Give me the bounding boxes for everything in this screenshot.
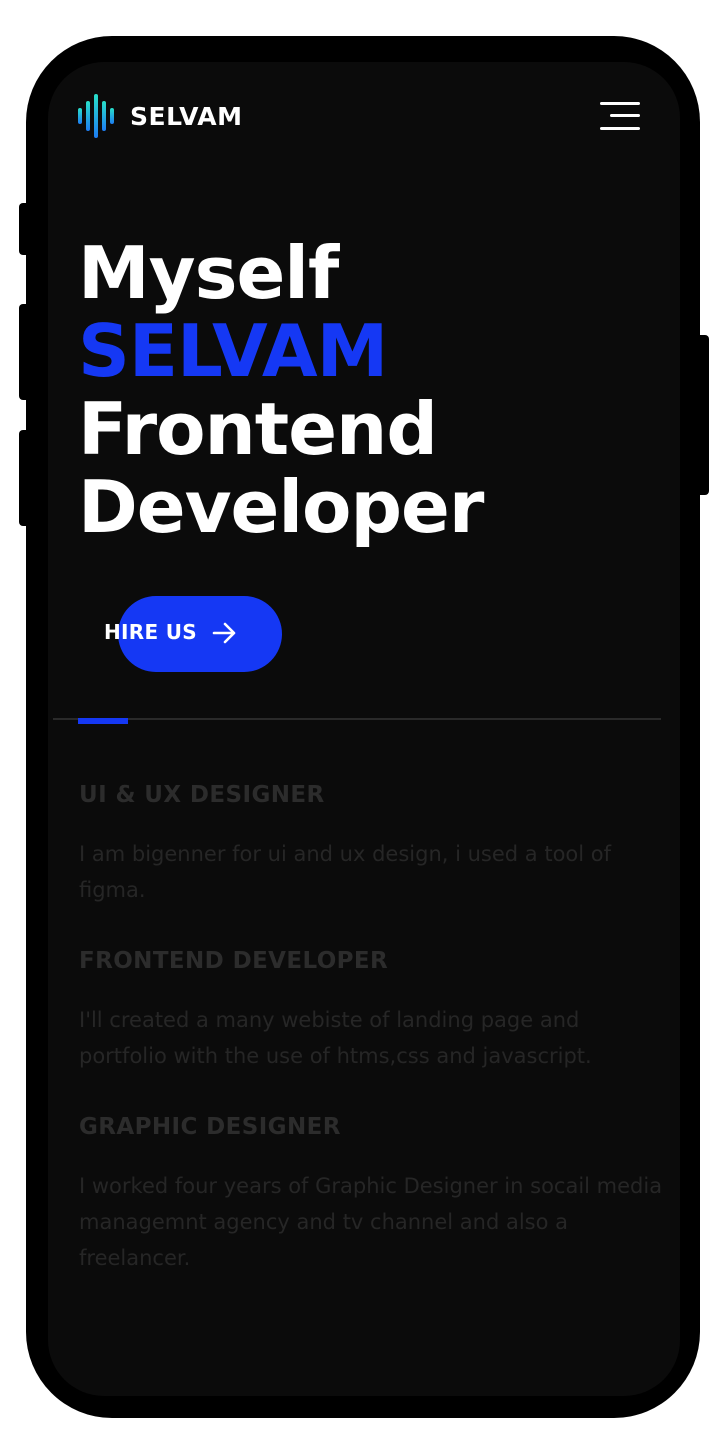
arrow-right-icon bbox=[212, 622, 236, 644]
service-item: UI & UX DESIGNER I am bigenner for ui an… bbox=[79, 782, 669, 908]
hero-line-title: Developer bbox=[78, 465, 484, 549]
service-item: GRAPHIC DESIGNER I worked four years of … bbox=[79, 1114, 669, 1276]
brand-name: SELVAM bbox=[130, 101, 243, 131]
brand-logo[interactable]: SELVAM bbox=[78, 92, 242, 140]
phone-power-button bbox=[695, 335, 709, 495]
services-list: UI & UX DESIGNER I am bigenner for ui an… bbox=[79, 782, 669, 1276]
phone-mute-switch bbox=[19, 203, 31, 255]
phone-volume-up-button bbox=[19, 304, 31, 400]
service-title: GRAPHIC DESIGNER bbox=[79, 1114, 341, 1140]
hero-heading: Myself SELVAM Frontend Developer bbox=[78, 231, 484, 549]
section-divider-accent bbox=[78, 718, 128, 724]
hero-line-role: Frontend bbox=[78, 387, 438, 471]
hire-us-button[interactable]: HIRE US bbox=[104, 594, 284, 674]
hamburger-menu-icon[interactable] bbox=[596, 100, 640, 132]
hero-line-intro: Myself bbox=[78, 231, 339, 315]
sound-wave-icon bbox=[78, 94, 114, 138]
phone-volume-down-button bbox=[19, 430, 31, 526]
service-description: I'll created a many webiste of landing p… bbox=[79, 1008, 592, 1068]
service-title: FRONTEND DEVELOPER bbox=[79, 948, 389, 974]
hire-us-label: HIRE US bbox=[104, 620, 197, 644]
service-title: UI & UX DESIGNER bbox=[79, 782, 325, 808]
service-description: I worked four years of Graphic Designer … bbox=[79, 1174, 663, 1270]
section-divider bbox=[53, 718, 661, 720]
hero-line-name: SELVAM bbox=[78, 309, 388, 393]
service-item: FRONTEND DEVELOPER I'll created a many w… bbox=[79, 948, 669, 1074]
service-description: I am bigenner for ui and ux design, i us… bbox=[79, 842, 612, 902]
app-screen: SELVAM Myself SELVAM Frontend Developer … bbox=[48, 62, 680, 1396]
